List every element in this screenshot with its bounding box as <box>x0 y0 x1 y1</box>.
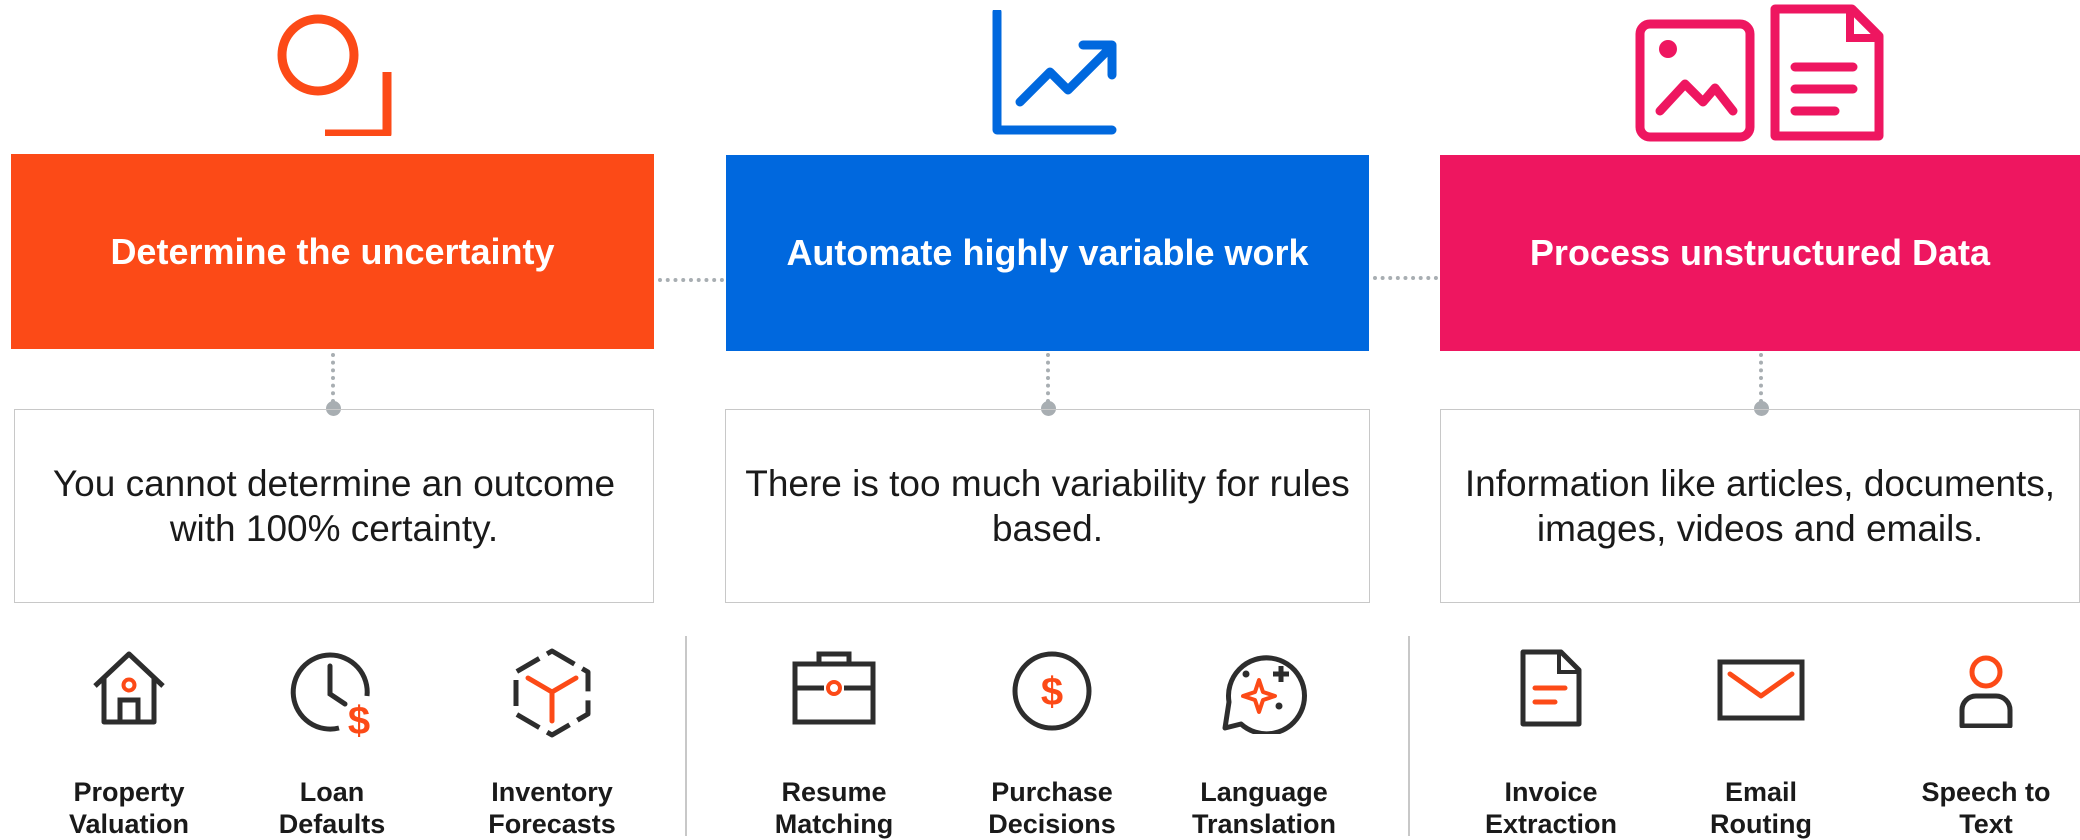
banner-title: Automate highly variable work <box>786 232 1309 273</box>
use-case-label: Resume Matching <box>774 777 894 839</box>
connector-horizontal <box>658 278 724 282</box>
clock-dollar-icon: $ <box>290 652 370 738</box>
use-case-label: Property Valuation <box>68 777 190 839</box>
svg-text:$: $ <box>1041 670 1063 714</box>
image-document-icon <box>1635 4 1884 142</box>
person-icon <box>1959 655 2013 728</box>
use-case-label: Purchase Decisions <box>988 777 1116 839</box>
connector-vertical <box>1046 353 1050 403</box>
use-case-invoice-extraction: Invoice Extraction <box>1451 648 1651 840</box>
use-case-inventory-forecasts: Inventory Forecasts <box>452 648 652 840</box>
description-text: Information like articles, documents, im… <box>1464 463 2056 549</box>
description-box: There is too much variability for rules … <box>725 409 1370 603</box>
use-case-property-valuation: Property Valuation <box>29 648 229 840</box>
column-separator <box>685 636 687 836</box>
banner-title: Process unstructured Data <box>1529 232 1991 273</box>
connector-vertical <box>331 353 335 403</box>
banner-determine-uncertainty: Determine the uncertainty <box>11 154 654 349</box>
house-icon <box>93 651 165 725</box>
description-box: You cannot determine an outcome with 100… <box>14 409 654 603</box>
connector-horizontal <box>1373 276 1438 280</box>
use-case-label: Language Translation <box>1191 777 1337 839</box>
dollar-coin-icon: $ <box>1012 651 1092 731</box>
trend-chart-icon <box>992 10 1117 135</box>
description-box: Information like articles, documents, im… <box>1440 409 2080 603</box>
column-separator <box>1408 636 1410 836</box>
connector-vertical <box>1759 353 1763 403</box>
banner-title: Determine the uncertainty <box>110 230 555 272</box>
use-case-loan-defaults: $ Loan Defaults <box>232 648 432 840</box>
use-case-label: Invoice Extraction <box>1484 777 1618 839</box>
svg-text:$: $ <box>348 699 370 738</box>
use-case-label: Speech to Text <box>1921 777 2051 839</box>
document-icon <box>1520 649 1582 727</box>
use-case-label: Loan Defaults <box>278 777 386 839</box>
banner-process-unstructured-data: Process unstructured Data <box>1440 155 2080 351</box>
use-case-language-translation: Language Translation <box>1164 648 1364 840</box>
banner-automate-variable-work: Automate highly variable work <box>726 155 1369 351</box>
chat-sparkle-icon <box>1222 655 1307 734</box>
use-case-label: Inventory Forecasts <box>488 777 616 839</box>
use-case-resume-matching: Resume Matching <box>734 648 934 840</box>
briefcase-icon <box>792 651 876 725</box>
description-text: There is too much variability for rules … <box>745 463 1350 549</box>
cube-icon <box>513 648 591 738</box>
description-text: You cannot determine an outcome with 100… <box>52 463 616 549</box>
use-case-label: Email Routing <box>1710 777 1812 839</box>
use-case-purchase-decisions: $ Purchase Decisions <box>952 648 1152 840</box>
use-case-speech-to-text: Speech to Text <box>1886 648 2080 840</box>
magnifier-icon <box>277 14 392 136</box>
use-case-email-routing: Email Routing <box>1661 648 1861 840</box>
envelope-icon <box>1717 659 1805 721</box>
